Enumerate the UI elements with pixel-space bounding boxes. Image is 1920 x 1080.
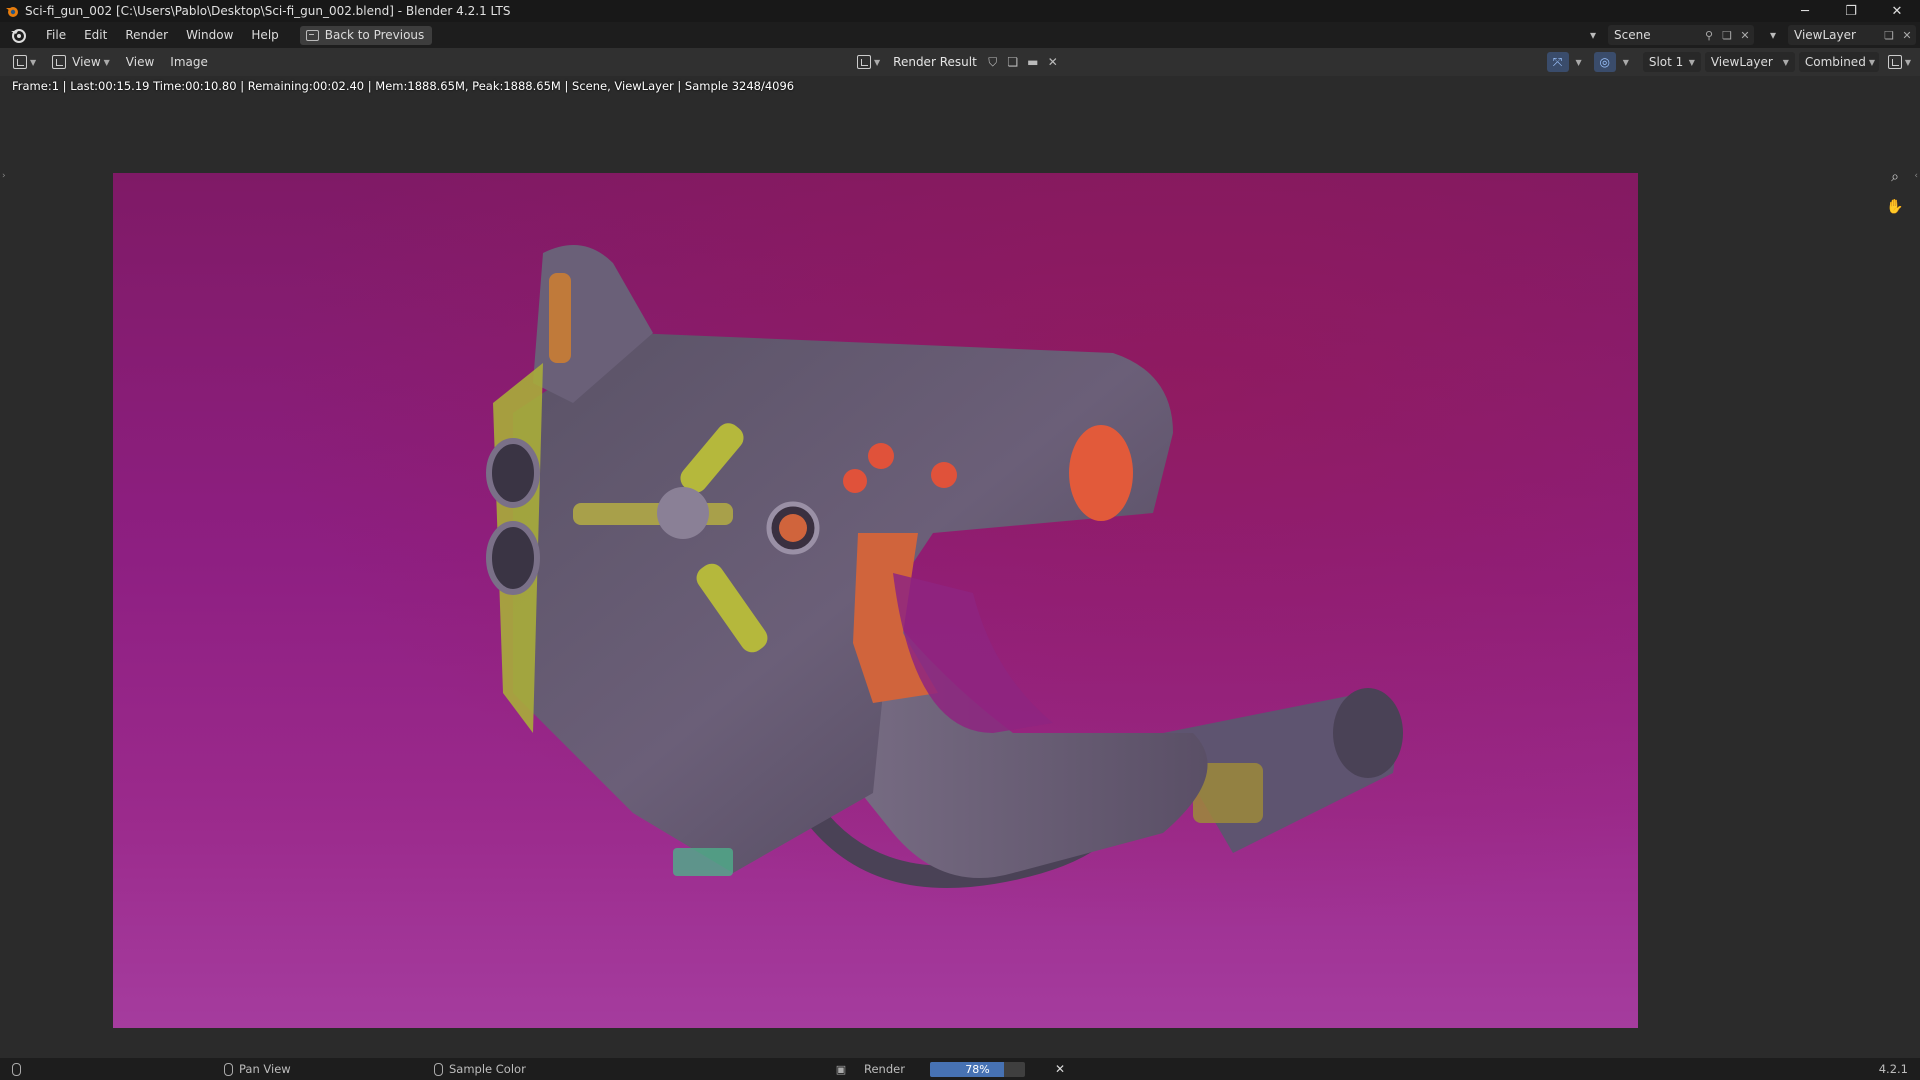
status-left — [12, 1058, 21, 1080]
render-info-line: Frame:1 | Last:00:15.19 Time:00:10.80 | … — [12, 79, 795, 93]
top-menu-bar: File Edit Render Window Help Back to Pre… — [0, 22, 1920, 48]
menu-view[interactable]: View — [121, 52, 159, 72]
minimize-button[interactable]: ─ — [1782, 0, 1828, 22]
duplicate-image-icon[interactable]: ❏ — [1005, 54, 1021, 70]
image-viewport[interactable]: › ‹ ⌕ ✋ — [0, 76, 1920, 1058]
sci-fi-gun-render — [486, 245, 1403, 888]
mouse-middle-icon — [224, 1062, 233, 1076]
new-viewlayer-icon[interactable]: ❏ — [1880, 26, 1898, 44]
pan-view-hint: Pan View — [224, 1058, 291, 1080]
status-bar: Pan View Sample Color ▣ Render 78% ✕ 4.2… — [0, 1058, 1920, 1080]
pass-dropdown[interactable]: Combined ▼ — [1798, 52, 1879, 72]
viewlayer-dropdown[interactable]: ViewLayer ▼ — [1704, 52, 1795, 72]
chevron-down-icon: ▼ — [103, 57, 110, 67]
menu-edit[interactable]: Edit — [75, 22, 116, 48]
title-bar: Sci-fi_gun_002 [C:\Users\Pablo\Desktop\S… — [0, 0, 1920, 22]
image-name[interactable]: Render Result — [889, 55, 981, 69]
display-channels-icon — [1887, 55, 1902, 69]
view-mode-label: View — [72, 55, 101, 69]
render-result-image — [113, 173, 1638, 1028]
render-progress-text: 78% — [965, 1063, 990, 1076]
view-mode-icon — [52, 55, 67, 69]
blender-menu-icon[interactable] — [9, 26, 27, 44]
toolbar-expand-icon[interactable]: › — [2, 171, 6, 181]
sample-color-hint: Sample Color — [434, 1058, 526, 1080]
mouse-right-icon — [434, 1062, 443, 1076]
image-selector: ▼ Render Result ⛉ ❏ ▬ ✕ — [852, 52, 1061, 72]
menu-window[interactable]: Window — [177, 22, 242, 48]
render-progress-bar: 78% — [930, 1062, 1025, 1077]
open-image-folder-icon[interactable]: ▬ — [1025, 54, 1041, 70]
window-controls: ─ ❐ ✕ — [1782, 0, 1920, 22]
sidebar-expand-icon[interactable]: ‹ — [1914, 171, 1918, 181]
zoom-icon[interactable]: ⌕ — [1884, 166, 1906, 188]
viewlayer-selector[interactable]: ViewLayer ❏ ✕ — [1788, 25, 1916, 45]
display-channels-button[interactable]: ▼ — [1883, 52, 1916, 72]
chevron-down-icon: ▼ — [1782, 57, 1789, 67]
close-button[interactable]: ✕ — [1874, 0, 1920, 22]
viewlayer-browse-icon[interactable]: ▾ — [1758, 25, 1788, 45]
image-editor-icon — [13, 55, 27, 69]
pan-hand-icon[interactable]: ✋ — [1884, 196, 1906, 218]
blender-logo-icon — [6, 7, 18, 17]
header-right-controls: ⤧ ▼ ◎ ▼ Slot 1 ▼ ViewLayer ▼ Combined ▼ ▼ — [1546, 52, 1920, 72]
scene-selector[interactable]: Scene ⚲ ❏ ✕ — [1608, 25, 1754, 45]
menu-image[interactable]: Image — [165, 52, 213, 72]
sample-color-label: Sample Color — [449, 1062, 526, 1076]
navigation-tools: ⌕ ✋ — [1884, 166, 1906, 218]
menu-file[interactable]: File — [37, 22, 75, 48]
chevron-down-icon: ▼ — [1868, 57, 1875, 67]
delete-viewlayer-icon[interactable]: ✕ — [1898, 26, 1916, 44]
viewlayer-dropdown-label: ViewLayer — [1710, 55, 1773, 69]
back-to-previous-button[interactable]: Back to Previous — [299, 25, 433, 45]
render-job-icon: ▣ — [835, 1062, 847, 1076]
cancel-render-button[interactable]: ✕ — [1052, 1061, 1068, 1077]
render-job: ▣ Render — [832, 1058, 905, 1080]
menu-render[interactable]: Render — [116, 22, 177, 48]
mouse-left-icon — [12, 1062, 21, 1076]
maximize-button[interactable]: ❐ — [1828, 0, 1874, 22]
image-editor-header: ▼ View ▼ View Image ▼ Render Result ⛉ ❏ ▬… — [0, 48, 1920, 76]
pass-label: Combined — [1804, 55, 1866, 69]
window-title: Sci-fi_gun_002 [C:\Users\Pablo\Desktop\S… — [25, 4, 511, 18]
scene-name[interactable]: Scene — [1608, 28, 1700, 42]
editor-type-button[interactable]: ▼ — [8, 52, 41, 72]
fake-user-shield-icon[interactable]: ⛉ — [985, 54, 1001, 70]
pan-view-label: Pan View — [239, 1062, 291, 1076]
new-scene-icon[interactable]: ❏ — [1718, 26, 1736, 44]
render-job-label: Render — [864, 1062, 905, 1076]
version-label: 4.2.1 — [1878, 1062, 1908, 1076]
view-mode-dropdown[interactable]: View ▼ — [47, 52, 115, 72]
chevron-down-icon[interactable]: ▼ — [1623, 58, 1629, 67]
gizmo-toggle-icon[interactable]: ⤧ — [1546, 52, 1569, 72]
back-to-previous-label: Back to Previous — [324, 28, 425, 42]
chevron-down-icon: ▼ — [874, 57, 881, 67]
chevron-down-icon: ▼ — [1688, 57, 1695, 67]
overlay-toggle-icon[interactable]: ◎ — [1593, 52, 1616, 72]
chevron-down-icon: ▼ — [1904, 57, 1911, 67]
browse-image-button[interactable]: ▼ — [852, 52, 885, 72]
unlink-image-icon[interactable]: ✕ — [1045, 54, 1061, 70]
chevron-down-icon[interactable]: ▼ — [1576, 58, 1582, 67]
delete-scene-icon[interactable]: ✕ — [1736, 26, 1754, 44]
back-icon — [305, 29, 319, 41]
slot-dropdown[interactable]: Slot 1 ▼ — [1642, 52, 1701, 72]
scene-browse-icon[interactable]: ▾ — [1578, 25, 1608, 45]
pin-icon[interactable]: ⚲ — [1700, 26, 1718, 44]
slot-label: Slot 1 — [1648, 55, 1684, 69]
viewlayer-name[interactable]: ViewLayer — [1788, 28, 1880, 42]
workspace-selectors: ▾ Scene ⚲ ❏ ✕ ▾ ViewLayer ❏ ✕ — [1578, 22, 1920, 48]
menu-help[interactable]: Help — [242, 22, 287, 48]
image-browse-icon — [857, 55, 871, 69]
chevron-down-icon: ▼ — [30, 57, 37, 67]
